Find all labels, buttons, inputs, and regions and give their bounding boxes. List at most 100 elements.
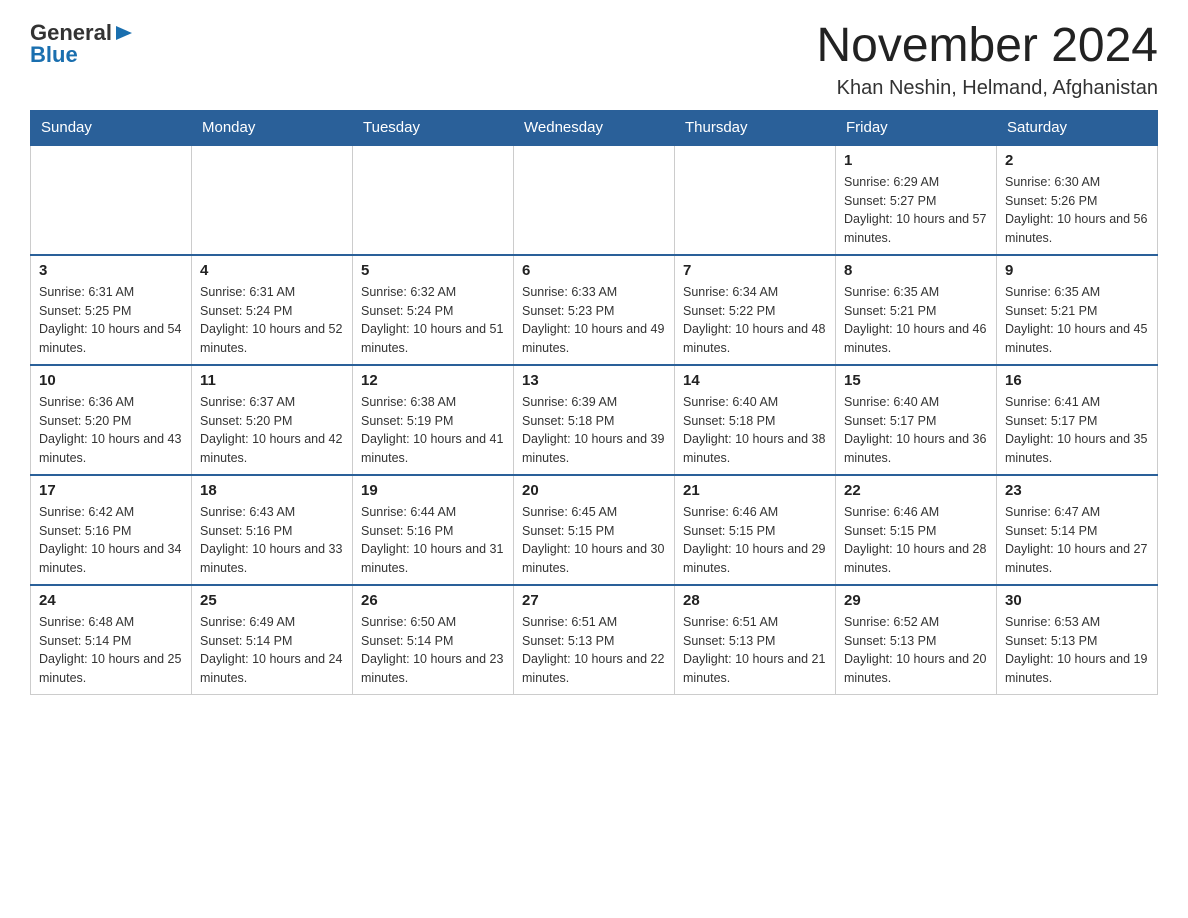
day-number: 22 — [844, 482, 988, 499]
subtitle: Khan Neshin, Helmand, Afghanistan — [816, 77, 1158, 100]
day-number: 11 — [200, 372, 344, 389]
day-info: Sunrise: 6:43 AMSunset: 5:16 PMDaylight:… — [200, 503, 344, 578]
logo-blue: Blue — [30, 42, 78, 68]
day-number: 30 — [1005, 592, 1149, 609]
day-number: 18 — [200, 482, 344, 499]
main-title: November 2024 — [816, 20, 1158, 73]
calendar-cell — [31, 145, 192, 255]
day-info: Sunrise: 6:49 AMSunset: 5:14 PMDaylight:… — [200, 613, 344, 688]
calendar-table: SundayMondayTuesdayWednesdayThursdayFrid… — [30, 110, 1158, 695]
calendar-cell: 5Sunrise: 6:32 AMSunset: 5:24 PMDaylight… — [353, 255, 514, 365]
calendar-week-row: 3 Sunrise: 6:31 AMSunset: 5:25 PMDaylight… — [31, 255, 1158, 365]
calendar-cell: 29 Sunrise: 6:52 AMSunset: 5:13 PMDayligh… — [836, 585, 997, 695]
calendar-header-row: SundayMondayTuesdayWednesdayThursdayFrid… — [31, 110, 1158, 145]
calendar-cell: 1 Sunrise: 6:29 AMSunset: 5:27 PMDaylight… — [836, 145, 997, 255]
day-number: 23 — [1005, 482, 1149, 499]
calendar-cell — [514, 145, 675, 255]
calendar-cell: 3 Sunrise: 6:31 AMSunset: 5:25 PMDaylight… — [31, 255, 192, 365]
day-number: 12 — [361, 372, 505, 389]
day-number: 20 — [522, 482, 666, 499]
calendar-cell: 7 Sunrise: 6:34 AMSunset: 5:22 PMDaylight… — [675, 255, 836, 365]
weekday-header-sunday: Sunday — [31, 110, 192, 145]
day-number: 9 — [1005, 262, 1149, 279]
day-info: Sunrise: 6:53 AMSunset: 5:13 PMDaylight:… — [1005, 613, 1149, 688]
calendar-cell: 28 Sunrise: 6:51 AMSunset: 5:13 PMDayligh… — [675, 585, 836, 695]
calendar-cell: 24Sunrise: 6:48 AMSunset: 5:14 PMDayligh… — [31, 585, 192, 695]
day-info: Sunrise: 6:52 AMSunset: 5:13 PMDaylight:… — [844, 613, 988, 688]
calendar-week-row: 10 Sunrise: 6:36 AMSunset: 5:20 PMDayligh… — [31, 365, 1158, 475]
calendar-cell: 2Sunrise: 6:30 AMSunset: 5:26 PMDaylight… — [997, 145, 1158, 255]
day-number: 14 — [683, 372, 827, 389]
day-number: 16 — [1005, 372, 1149, 389]
calendar-cell: 21Sunrise: 6:46 AMSunset: 5:15 PMDayligh… — [675, 475, 836, 585]
logo: General Blue — [30, 20, 134, 68]
calendar-cell: 8Sunrise: 6:35 AMSunset: 5:21 PMDaylight… — [836, 255, 997, 365]
calendar-cell: 6Sunrise: 6:33 AMSunset: 5:23 PMDaylight… — [514, 255, 675, 365]
day-info: Sunrise: 6:46 AMSunset: 5:15 PMDaylight:… — [844, 503, 988, 578]
calendar-cell: 4 Sunrise: 6:31 AMSunset: 5:24 PMDaylight… — [192, 255, 353, 365]
day-info: Sunrise: 6:38 AMSunset: 5:19 PMDaylight:… — [361, 393, 505, 468]
calendar-cell: 25 Sunrise: 6:49 AMSunset: 5:14 PMDayligh… — [192, 585, 353, 695]
calendar-cell — [675, 145, 836, 255]
day-info: Sunrise: 6:34 AMSunset: 5:22 PMDaylight:… — [683, 283, 827, 358]
calendar-cell: 19Sunrise: 6:44 AMSunset: 5:16 PMDayligh… — [353, 475, 514, 585]
day-info: Sunrise: 6:35 AMSunset: 5:21 PMDaylight:… — [1005, 283, 1149, 358]
weekday-header-tuesday: Tuesday — [353, 110, 514, 145]
day-info: Sunrise: 6:31 AMSunset: 5:24 PMDaylight:… — [200, 283, 344, 358]
calendar-cell: 15 Sunrise: 6:40 AMSunset: 5:17 PMDayligh… — [836, 365, 997, 475]
calendar-cell: 13 Sunrise: 6:39 AMSunset: 5:18 PMDayligh… — [514, 365, 675, 475]
weekday-header-monday: Monday — [192, 110, 353, 145]
day-info: Sunrise: 6:29 AMSunset: 5:27 PMDaylight:… — [844, 173, 988, 248]
weekday-header-friday: Friday — [836, 110, 997, 145]
calendar-cell: 30 Sunrise: 6:53 AMSunset: 5:13 PMDayligh… — [997, 585, 1158, 695]
calendar-cell: 17Sunrise: 6:42 AMSunset: 5:16 PMDayligh… — [31, 475, 192, 585]
day-info: Sunrise: 6:31 AMSunset: 5:25 PMDaylight:… — [39, 283, 183, 358]
day-info: Sunrise: 6:40 AMSunset: 5:17 PMDaylight:… — [844, 393, 988, 468]
day-number: 7 — [683, 262, 827, 279]
calendar-week-row: 1 Sunrise: 6:29 AMSunset: 5:27 PMDaylight… — [31, 145, 1158, 255]
page-header: General Blue November 2024 Khan Neshin, … — [30, 20, 1158, 100]
calendar-cell: 18 Sunrise: 6:43 AMSunset: 5:16 PMDayligh… — [192, 475, 353, 585]
day-number: 10 — [39, 372, 183, 389]
day-number: 2 — [1005, 152, 1149, 169]
calendar-week-row: 17Sunrise: 6:42 AMSunset: 5:16 PMDayligh… — [31, 475, 1158, 585]
day-number: 4 — [200, 262, 344, 279]
day-info: Sunrise: 6:40 AMSunset: 5:18 PMDaylight:… — [683, 393, 827, 468]
day-info: Sunrise: 6:42 AMSunset: 5:16 PMDaylight:… — [39, 503, 183, 578]
logo-arrow-icon — [114, 23, 134, 43]
day-number: 15 — [844, 372, 988, 389]
day-number: 26 — [361, 592, 505, 609]
day-info: Sunrise: 6:45 AMSunset: 5:15 PMDaylight:… — [522, 503, 666, 578]
day-info: Sunrise: 6:35 AMSunset: 5:21 PMDaylight:… — [844, 283, 988, 358]
day-info: Sunrise: 6:51 AMSunset: 5:13 PMDaylight:… — [683, 613, 827, 688]
day-info: Sunrise: 6:51 AMSunset: 5:13 PMDaylight:… — [522, 613, 666, 688]
calendar-cell: 10 Sunrise: 6:36 AMSunset: 5:20 PMDayligh… — [31, 365, 192, 475]
calendar-cell — [192, 145, 353, 255]
day-number: 28 — [683, 592, 827, 609]
weekday-header-wednesday: Wednesday — [514, 110, 675, 145]
day-number: 25 — [200, 592, 344, 609]
calendar-cell: 23 Sunrise: 6:47 AMSunset: 5:14 PMDayligh… — [997, 475, 1158, 585]
calendar-cell: 26 Sunrise: 6:50 AMSunset: 5:14 PMDayligh… — [353, 585, 514, 695]
calendar-cell: 14 Sunrise: 6:40 AMSunset: 5:18 PMDayligh… — [675, 365, 836, 475]
calendar-week-row: 24Sunrise: 6:48 AMSunset: 5:14 PMDayligh… — [31, 585, 1158, 695]
day-number: 21 — [683, 482, 827, 499]
day-info: Sunrise: 6:50 AMSunset: 5:14 PMDaylight:… — [361, 613, 505, 688]
calendar-cell — [353, 145, 514, 255]
calendar-cell: 27 Sunrise: 6:51 AMSunset: 5:13 PMDayligh… — [514, 585, 675, 695]
day-number: 1 — [844, 152, 988, 169]
day-info: Sunrise: 6:44 AMSunset: 5:16 PMDaylight:… — [361, 503, 505, 578]
calendar-cell: 16 Sunrise: 6:41 AMSunset: 5:17 PMDayligh… — [997, 365, 1158, 475]
day-number: 29 — [844, 592, 988, 609]
day-info: Sunrise: 6:36 AMSunset: 5:20 PMDaylight:… — [39, 393, 183, 468]
day-number: 13 — [522, 372, 666, 389]
calendar-cell: 11Sunrise: 6:37 AMSunset: 5:20 PMDayligh… — [192, 365, 353, 475]
day-number: 3 — [39, 262, 183, 279]
day-number: 27 — [522, 592, 666, 609]
day-info: Sunrise: 6:33 AMSunset: 5:23 PMDaylight:… — [522, 283, 666, 358]
day-info: Sunrise: 6:41 AMSunset: 5:17 PMDaylight:… — [1005, 393, 1149, 468]
calendar-cell: 12 Sunrise: 6:38 AMSunset: 5:19 PMDayligh… — [353, 365, 514, 475]
day-info: Sunrise: 6:47 AMSunset: 5:14 PMDaylight:… — [1005, 503, 1149, 578]
day-info: Sunrise: 6:48 AMSunset: 5:14 PMDaylight:… — [39, 613, 183, 688]
day-info: Sunrise: 6:39 AMSunset: 5:18 PMDaylight:… — [522, 393, 666, 468]
